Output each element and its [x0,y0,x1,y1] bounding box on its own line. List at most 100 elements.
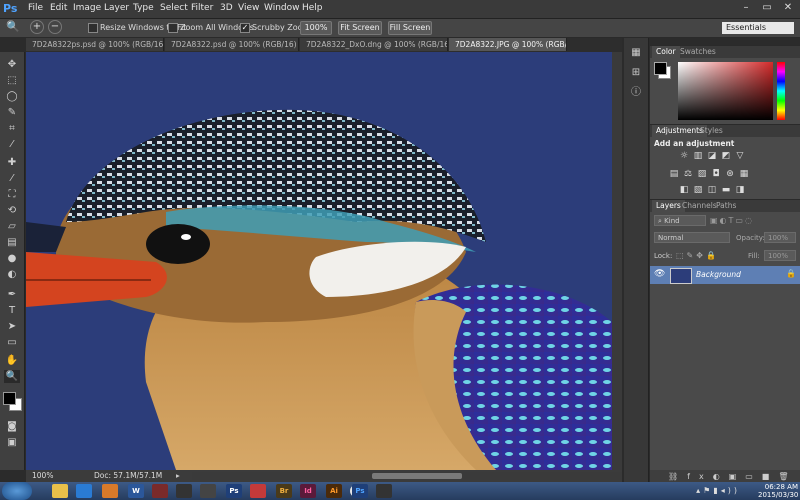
info-panel-icon[interactable]: ⓘ [628,86,644,100]
vibrance-icon[interactable]: ▽ [734,151,746,162]
image-canvas[interactable] [26,52,612,470]
channel-mixer-icon[interactable]: ⊛ [724,169,736,180]
app-taskbar-icon[interactable] [152,484,168,498]
exposure-icon[interactable]: ◩ [720,151,732,162]
invert-icon[interactable]: ◧ [678,185,690,196]
move-tool-icon[interactable]: ✥ [4,58,20,71]
history-brush-tool-icon[interactable]: ⟲ [4,204,20,217]
properties-panel-icon[interactable]: ⊞ [628,66,644,80]
status-menu-arrow-icon[interactable]: ▸ [176,470,180,482]
dodge-tool-icon[interactable]: ◐ [4,268,20,281]
color-lookup-icon[interactable]: ▦ [738,169,750,180]
zoom-100-button[interactable]: 100% [300,21,332,35]
horizontal-scroll-thumb[interactable] [372,473,462,479]
tab-paths[interactable]: Paths [712,200,740,212]
layer-row-background[interactable]: 👁 Background 🔒 [650,266,800,284]
gradient-map-icon[interactable]: ▬ [720,185,732,196]
healing-brush-tool-icon[interactable]: ✚ [4,156,20,169]
zoom-tool-icon-active[interactable]: 🔍 [4,370,20,383]
system-tray-icons[interactable]: ▴⚑▮◂)) [620,486,740,496]
menu-help[interactable]: Help [302,3,323,13]
curves-icon[interactable]: ◪ [706,151,718,162]
tab-document-2[interactable]: 7D2A8322.psd @ 100% (RGB/16) * [165,38,299,51]
quick-mask-icon[interactable]: ◙ [4,420,20,433]
menu-type[interactable]: Type [133,3,154,13]
layer-name[interactable]: Background [696,270,741,279]
media-taskbar-icon[interactable] [102,484,118,498]
color-foreground-swatch[interactable] [654,62,667,75]
zoom-out-icon[interactable]: − [48,20,62,34]
shape-tool-icon[interactable]: ▭ [4,336,20,349]
menu-filter[interactable]: Filter [191,3,213,13]
layer-filter-icons[interactable]: ▣◐T▭◌ [710,215,790,226]
lasso-tool-icon[interactable]: ◯ [4,90,20,103]
brightness-icon[interactable]: ☼ [678,151,690,162]
color-balance-icon[interactable]: ⚖ [682,169,694,180]
opacity-input[interactable]: 100% [764,232,796,243]
photo-filter-icon[interactable]: ◘ [710,169,722,180]
zoom-level[interactable]: 100% [32,470,53,482]
scrubby-zoom-checkbox[interactable]: ✓ [240,23,250,33]
levels-icon[interactable]: ▥ [692,151,704,162]
bridge-taskbar-icon[interactable]: Br [276,484,292,498]
screen-mode-icon[interactable]: ▣ [4,436,20,449]
fill-input[interactable]: 100% [764,250,796,261]
eraser-tool-icon[interactable]: ▱ [4,220,20,233]
tab-document-1[interactable]: 7D2A8322ps.psd @ 100% (RGB/16*) [26,38,164,51]
blend-mode-select[interactable]: Normal [654,232,730,243]
ie-taskbar-icon[interactable] [76,484,92,498]
path-selection-tool-icon[interactable]: ➤ [4,320,20,333]
lock-icons[interactable]: ⬚✎✥🔒 [676,251,719,260]
menu-window[interactable]: Window [264,3,300,13]
filter-kind-select[interactable]: ⌕ Kind [654,215,706,226]
app4-taskbar-icon[interactable] [376,484,392,498]
fill-screen-button[interactable]: Fill Screen [388,21,432,35]
tab-styles[interactable]: Styles [696,125,727,137]
tab-document-3[interactable]: 7D2A8322_DxO.dng @ 100% (RGB/16*) [300,38,448,51]
pen-tool-icon[interactable]: ✒ [4,288,20,301]
history-panel-icon[interactable]: ▦ [628,46,644,60]
zoom-tool-icon[interactable]: 🔍 [6,20,20,34]
tab-document-4[interactable]: 7D2A8322.JPG @ 100% (RGB/8) [449,38,567,51]
app2-taskbar-icon[interactable] [176,484,192,498]
tab-swatches[interactable]: Swatches [676,46,720,58]
brush-tool-icon[interactable]: ⁄ [4,172,20,185]
illustrator-taskbar-icon[interactable]: Ai [326,484,342,498]
menu-view[interactable]: View [238,3,259,13]
clone-stamp-tool-icon[interactable]: ⛶ [4,188,20,201]
fit-screen-button[interactable]: Fit Screen [338,21,382,35]
close-button[interactable]: ✕ [778,1,798,15]
app3-taskbar-icon[interactable] [200,484,216,498]
type-tool-icon[interactable]: T [4,304,20,317]
hand-tool-icon[interactable]: ✋ [4,354,20,367]
threshold-icon[interactable]: ◫ [706,185,718,196]
selective-color-icon[interactable]: ◨ [734,185,746,196]
photoshop-taskbar-icon[interactable]: Ps [226,484,242,498]
visibility-eye-icon[interactable]: 👁 [654,269,665,279]
menu-3d[interactable]: 3D [220,3,233,13]
start-button[interactable] [2,482,32,500]
zoom-in-icon[interactable]: + [30,20,44,34]
crop-tool-icon[interactable]: ⌗ [4,122,20,135]
menu-file[interactable]: File [28,3,43,13]
hue-sat-icon[interactable]: ▤ [668,169,680,180]
eyedropper-tool-icon[interactable]: ⁄ [4,138,20,151]
workspace-dropdown[interactable]: Essentials [722,22,794,34]
system-clock[interactable]: 06:28 AM 2015/03/30 [758,483,798,499]
blur-tool-icon[interactable]: ● [4,252,20,265]
color-field[interactable] [678,62,773,120]
vertical-scrollbar[interactable] [612,52,622,470]
minimize-button[interactable]: – [736,1,756,15]
hue-slider[interactable] [777,62,785,120]
explorer-taskbar-icon[interactable] [52,484,68,498]
photoshop-taskbar-icon-2[interactable]: Ps [352,484,368,498]
acrobat-taskbar-icon[interactable] [250,484,266,498]
maximize-button[interactable]: ▭ [757,1,777,15]
zoom-all-checkbox[interactable] [168,23,178,33]
menu-image[interactable]: Image [73,3,101,13]
indesign-taskbar-icon[interactable]: Id [300,484,316,498]
menu-edit[interactable]: Edit [50,3,67,13]
gradient-tool-icon[interactable]: ▤ [4,236,20,249]
black-white-icon[interactable]: ▨ [696,169,708,180]
quick-select-tool-icon[interactable]: ✎ [4,106,20,119]
